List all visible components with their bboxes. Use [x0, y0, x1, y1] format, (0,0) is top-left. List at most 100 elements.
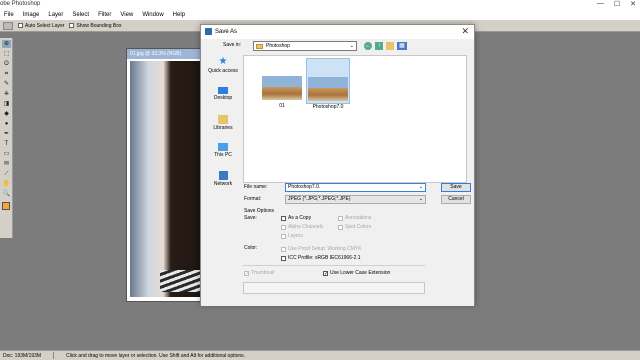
view-menu-icon[interactable]: ▦	[397, 42, 407, 50]
window-controls: — ☐ ✕	[597, 0, 636, 8]
striped-shirt	[160, 270, 200, 292]
icc-profile-option[interactable]: ICC Profile: sRGB IEC61966-2.1	[281, 255, 361, 261]
zoom-icon[interactable]: 🔍	[2, 190, 11, 198]
quick-access-star-icon: ★	[218, 56, 228, 67]
file-list[interactable]: 01 Photoshop7.0	[243, 55, 467, 183]
save-label: Save:	[244, 215, 257, 221]
format-select[interactable]: JPEG (*.JPG;*.JPEG;*.JPE) ⌄	[285, 195, 426, 204]
status-divider	[53, 352, 55, 359]
spot-colors-checkbox	[338, 224, 343, 230]
menu-help[interactable]: Help	[169, 12, 190, 18]
lower-case-extension-checkbox[interactable]: ✓	[323, 270, 328, 276]
file-item[interactable]: 01	[260, 76, 304, 109]
hand-icon[interactable]: ✋	[2, 180, 11, 188]
document-title: 01.jpg @ 33.3% (RGB)	[127, 49, 205, 59]
foreground-color-swatch[interactable]	[2, 202, 10, 210]
back-icon[interactable]: ←	[364, 42, 372, 50]
alpha-channels-checkbox	[281, 224, 286, 230]
bucket-icon[interactable]: ◆	[2, 110, 11, 118]
nav-toolbar: ← ↑ ▦	[364, 42, 407, 50]
save-as-dialog: Save As ✕ Save in: Photoshop ⌄ ← ↑ ▦ ★ Q…	[200, 24, 475, 306]
menu-window[interactable]: Window	[138, 12, 168, 18]
file-name-input[interactable]: Photoshop7.0. ⌄	[285, 183, 426, 192]
file-item-selected[interactable]: Photoshop7.0	[306, 58, 350, 110]
show-bounding-box-option[interactable]: Show Bounding Box	[69, 23, 122, 29]
save-options-heading: Save Options	[244, 208, 275, 214]
layers-checkbox	[281, 233, 286, 239]
place-desktop[interactable]: Desktop	[205, 87, 241, 113]
menu-view[interactable]: View	[116, 12, 138, 18]
photoshop-icon	[205, 28, 212, 35]
menu-filter[interactable]: Filter	[94, 12, 116, 18]
libraries-icon	[218, 115, 228, 124]
maximize-icon[interactable]: ☐	[614, 0, 620, 8]
file-thumbnail	[262, 76, 302, 100]
tool-preset-button[interactable]	[3, 21, 13, 30]
chevron-down-icon: ⌄	[418, 196, 423, 202]
lower-case-extension-option[interactable]: ✓ Use Lower Case Extension	[323, 270, 390, 276]
dialog-body: Save in: Photoshop ⌄ ← ↑ ▦ ★ Quick acces…	[201, 39, 474, 306]
eyedropper-icon[interactable]: ⟋	[2, 170, 11, 178]
place-this-pc[interactable]: This PC	[205, 143, 241, 169]
eraser-icon[interactable]: ◨	[2, 100, 11, 108]
new-folder-icon[interactable]	[386, 42, 394, 50]
type-icon[interactable]: T	[2, 140, 11, 148]
place-libraries[interactable]: Libraries	[205, 115, 241, 141]
annotations-option: Annotations	[338, 215, 371, 221]
close-icon[interactable]: ✕	[630, 0, 636, 8]
app-title-bar: obe Photoshop — ☐ ✕	[0, 0, 640, 9]
chevron-down-icon: ⌄	[349, 43, 354, 49]
chevron-down-icon[interactable]: ⌄	[419, 184, 423, 191]
save-in-dropdown[interactable]: Photoshop ⌄	[253, 41, 357, 51]
document-window[interactable]: 01.jpg @ 33.3% (RGB)	[126, 48, 206, 302]
status-bar: Doc: 193M/193M Click and drag to move la…	[0, 350, 640, 360]
up-folder-icon[interactable]: ↑	[375, 42, 383, 50]
this-pc-icon	[218, 143, 228, 151]
move-icon[interactable]: ⊕	[2, 40, 11, 48]
format-label: Format:	[244, 196, 262, 202]
icc-profile-checkbox[interactable]	[281, 255, 286, 261]
brush-icon[interactable]: ✎	[2, 80, 11, 88]
shape-icon[interactable]: ▭	[2, 150, 11, 158]
crop-icon[interactable]: ⌗	[2, 70, 11, 78]
color-label: Color:	[244, 245, 258, 251]
file-thumbnail	[308, 77, 348, 101]
as-a-copy-checkbox[interactable]	[281, 215, 286, 221]
thumbnail-option: ✓ Thumbnail	[244, 270, 275, 277]
place-quick-access[interactable]: ★ Quick access	[205, 57, 241, 83]
doc-size-info: Doc: 193M/193M	[3, 352, 42, 359]
marquee-icon[interactable]: ⬚	[2, 50, 11, 58]
status-hint: Click and drag to move layer or selectio…	[66, 352, 246, 359]
dialog-close-icon[interactable]: ✕	[461, 26, 469, 37]
folder-icon	[256, 43, 263, 49]
layers-option: Layers	[281, 233, 303, 239]
notes-icon[interactable]: ✉	[2, 160, 11, 168]
pen-icon[interactable]: ✒	[2, 130, 11, 138]
auto-select-checkbox[interactable]	[18, 23, 23, 28]
thumbnail-checkbox: ✓	[244, 270, 250, 277]
alpha-channels-option: Alpha Channels	[281, 224, 323, 230]
dialog-title: Save As	[215, 29, 238, 35]
places-bar: ★ Quick access Desktop Libraries This PC…	[205, 55, 241, 188]
as-a-copy-option[interactable]: As a Copy	[281, 215, 311, 221]
auto-select-layer-option[interactable]: Auto Select Layer	[18, 23, 64, 29]
dodge-icon[interactable]: ●	[2, 120, 11, 128]
menu-layer[interactable]: Layer	[44, 12, 68, 18]
options-separator	[243, 265, 425, 266]
cancel-button[interactable]: Cancel	[441, 195, 471, 204]
lasso-icon[interactable]: ʘ	[2, 60, 11, 68]
menu-select[interactable]: Select	[68, 12, 94, 18]
menu-file[interactable]: File	[0, 12, 19, 18]
file-name-label: File name:	[244, 184, 268, 190]
network-icon	[218, 171, 228, 180]
message-area	[243, 282, 425, 294]
save-button[interactable]: Save	[441, 183, 471, 192]
bounding-box-checkbox[interactable]	[69, 23, 75, 28]
place-network[interactable]: Network	[205, 171, 241, 197]
minimize-icon[interactable]: —	[597, 0, 604, 8]
spot-colors-option: Spot Colors	[338, 224, 371, 230]
dialog-title-bar: Save As ✕	[201, 25, 474, 39]
menu-image[interactable]: Image	[19, 12, 45, 18]
app-title: obe Photoshop	[0, 1, 41, 7]
stamp-icon[interactable]: ⎈	[2, 90, 11, 98]
